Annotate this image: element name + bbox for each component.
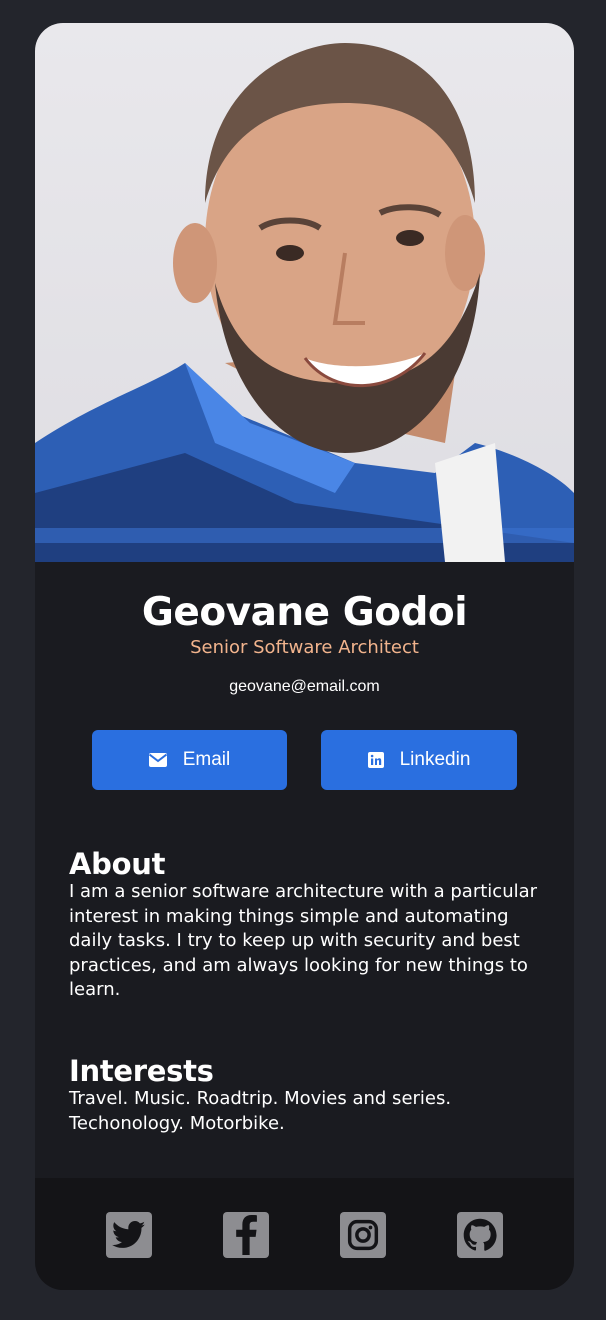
interests-heading: Interests xyxy=(69,1054,214,1088)
github-icon[interactable] xyxy=(457,1212,503,1258)
profile-name: Geovane Godoi xyxy=(141,590,468,635)
contact-buttons: Email Linkedin xyxy=(92,730,517,790)
interests-text: Travel. Music. Roadtrip. Movies and seri… xyxy=(69,1088,452,1134)
email-button-label: Email xyxy=(182,749,231,770)
profile-photo xyxy=(35,23,574,562)
interests-section: Interests Travel. Music. Roadtrip. Movie… xyxy=(69,1055,539,1136)
about-section: About I am a senior software architectur… xyxy=(69,848,539,1003)
profile-card: Geovane Godoi Senior Software Architect … xyxy=(35,23,574,1290)
profile-email[interactable]: geovane@email.com xyxy=(35,678,574,696)
envelope-icon xyxy=(148,753,167,767)
social-footer xyxy=(35,1178,574,1290)
profile-title: Senior Software Architect xyxy=(190,637,419,658)
photo-divider xyxy=(35,562,574,568)
twitter-icon[interactable] xyxy=(106,1212,152,1258)
email-button[interactable]: Email xyxy=(92,730,287,790)
about-heading: About xyxy=(69,847,166,881)
linkedin-button-label: Linkedin xyxy=(399,749,471,770)
instagram-icon[interactable] xyxy=(340,1212,386,1258)
about-text: I am a senior software architecture with… xyxy=(69,881,538,1000)
facebook-icon[interactable] xyxy=(223,1212,269,1258)
linkedin-button[interactable]: Linkedin xyxy=(321,730,517,790)
linkedin-icon xyxy=(367,752,384,768)
